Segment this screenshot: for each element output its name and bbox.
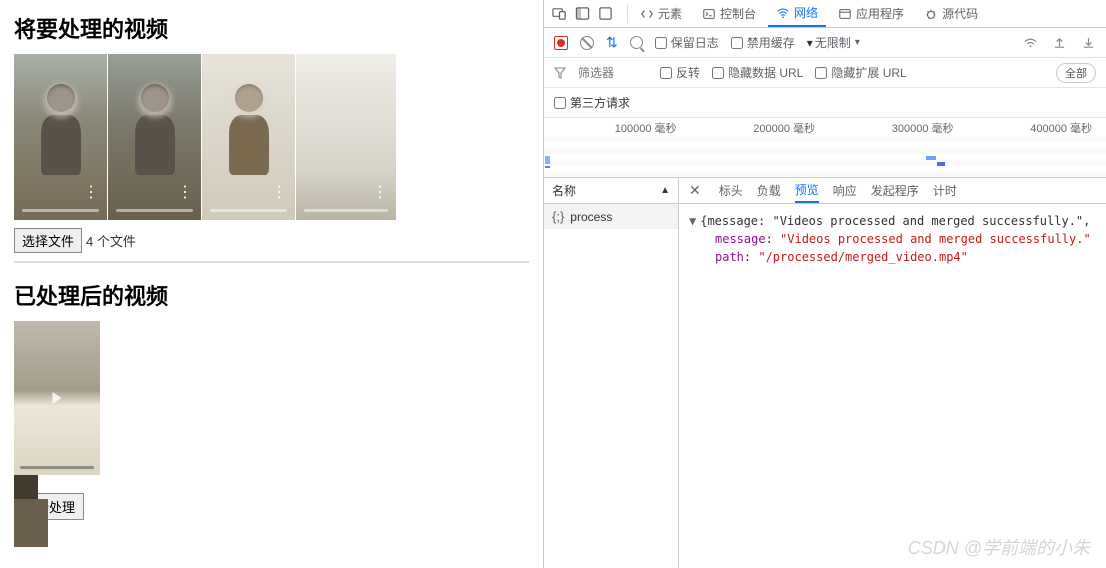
video-thumb-4[interactable]: ⋮ [296, 54, 396, 220]
throttling-select[interactable]: ▾无限制▾ [807, 34, 860, 51]
upload-icon[interactable] [1052, 35, 1067, 50]
search-icon[interactable] [630, 36, 643, 49]
detail-tab-response[interactable]: 响应 [833, 178, 857, 203]
code-icon [640, 7, 654, 21]
filter-toggle-icon[interactable]: ⇅ [606, 34, 618, 51]
network-toolbar: ⇅ 保留日志 禁用缓存 ▾无限制▾ [544, 28, 1106, 58]
tab-elements[interactable]: 元素 [632, 0, 690, 27]
timeline-tick: 100000 毫秒 [548, 120, 687, 136]
tab-sources[interactable]: 源代码 [916, 0, 986, 27]
detail-tab-timing[interactable]: 计时 [933, 178, 957, 203]
hide-data-url-checkbox[interactable]: 隐藏数据 URL [712, 64, 803, 81]
detail-tab-payload[interactable]: 负载 [757, 178, 781, 203]
device-toggle-icon[interactable] [552, 6, 567, 21]
clear-button[interactable] [580, 36, 594, 50]
inspect-icon[interactable] [598, 6, 613, 21]
filter-row: 反转 隐藏数据 URL 隐藏扩展 URL 全部 [544, 58, 1106, 88]
detail-tab-preview[interactable]: 预览 [795, 178, 819, 203]
hide-ext-url-checkbox[interactable]: 隐藏扩展 URL [815, 64, 906, 81]
video-thumb-3[interactable]: ⋮ [202, 54, 295, 220]
timeline[interactable]: 100000 毫秒 200000 毫秒 300000 毫秒 400000 毫秒 [544, 118, 1106, 178]
json-icon: {;} [552, 209, 564, 224]
request-row-process[interactable]: {;} process [544, 204, 678, 229]
detail-tab-headers[interactable]: 标头 [719, 178, 743, 203]
devtools-panel: 元素 控制台 网络 应用程序 源代码 ⇅ 保留日志 禁用缓存 ▾无限制▾ 反转 … [543, 0, 1106, 568]
webpage-panel: 将要处理的视频 ⋮ ⋮ ⋮ ⋮ 选择文件 4 个文件 已处理后的视频 开始处理 [0, 0, 543, 568]
videos-pending-row: ⋮ ⋮ ⋮ ⋮ [14, 54, 529, 220]
tab-application[interactable]: 应用程序 [830, 0, 912, 27]
timeline-tick: 200000 毫秒 [687, 120, 826, 136]
detail-tab-initiator[interactable]: 发起程序 [871, 178, 919, 203]
video-thumb-1[interactable]: ⋮ [14, 54, 107, 220]
more-icon[interactable]: ⋮ [177, 190, 193, 196]
timeline-tick: 300000 毫秒 [825, 120, 964, 136]
processed-video-thumb[interactable] [14, 321, 100, 475]
tab-console[interactable]: 控制台 [694, 0, 764, 27]
expand-arrow-icon[interactable]: ▼ [689, 214, 696, 228]
download-icon[interactable] [1081, 35, 1096, 50]
preserve-log-checkbox[interactable]: 保留日志 [655, 34, 719, 51]
video-thumb-2[interactable]: ⋮ [108, 54, 201, 220]
console-icon [702, 7, 716, 21]
close-detail-button[interactable]: ✕ [685, 182, 705, 199]
invert-checkbox[interactable]: 反转 [660, 64, 700, 81]
file-count-text: 4 个文件 [86, 231, 136, 250]
request-detail: ✕ 标头 负载 预览 响应 发起程序 计时 ▼{message: "Videos… [679, 178, 1106, 568]
request-list: 名称 ▲ {;} process [544, 178, 679, 568]
more-icon[interactable]: ⋮ [271, 190, 287, 196]
more-icon[interactable]: ⋮ [83, 190, 99, 196]
preview-body[interactable]: ▼{message: "Videos processed and merged … [679, 204, 1106, 568]
filter-input[interactable] [578, 66, 648, 80]
wifi-settings-icon[interactable] [1023, 35, 1038, 50]
third-party-checkbox[interactable]: 第三方请求 [554, 94, 630, 111]
bug-icon [924, 7, 938, 21]
record-button[interactable] [554, 36, 568, 50]
devtools-tabs: 元素 控制台 网络 应用程序 源代码 [544, 0, 1106, 28]
wifi-icon [776, 6, 790, 20]
app-icon [838, 7, 852, 21]
play-icon [53, 392, 62, 404]
filter-all-pill[interactable]: 全部 [1056, 63, 1096, 83]
dock-icon[interactable] [575, 6, 590, 21]
more-icon[interactable]: ⋮ [372, 190, 388, 196]
tab-network[interactable]: 网络 [768, 0, 826, 27]
heading-to-process: 将要处理的视频 [14, 12, 529, 44]
choose-file-button[interactable]: 选择文件 [14, 228, 82, 253]
name-column-header[interactable]: 名称 ▲ [544, 178, 678, 204]
heading-processed: 已处理后的视频 [14, 279, 529, 311]
timeline-tick: 400000 毫秒 [964, 120, 1103, 136]
funnel-icon[interactable] [554, 67, 566, 79]
divider [14, 261, 529, 263]
disable-cache-checkbox[interactable]: 禁用缓存 [731, 34, 795, 51]
